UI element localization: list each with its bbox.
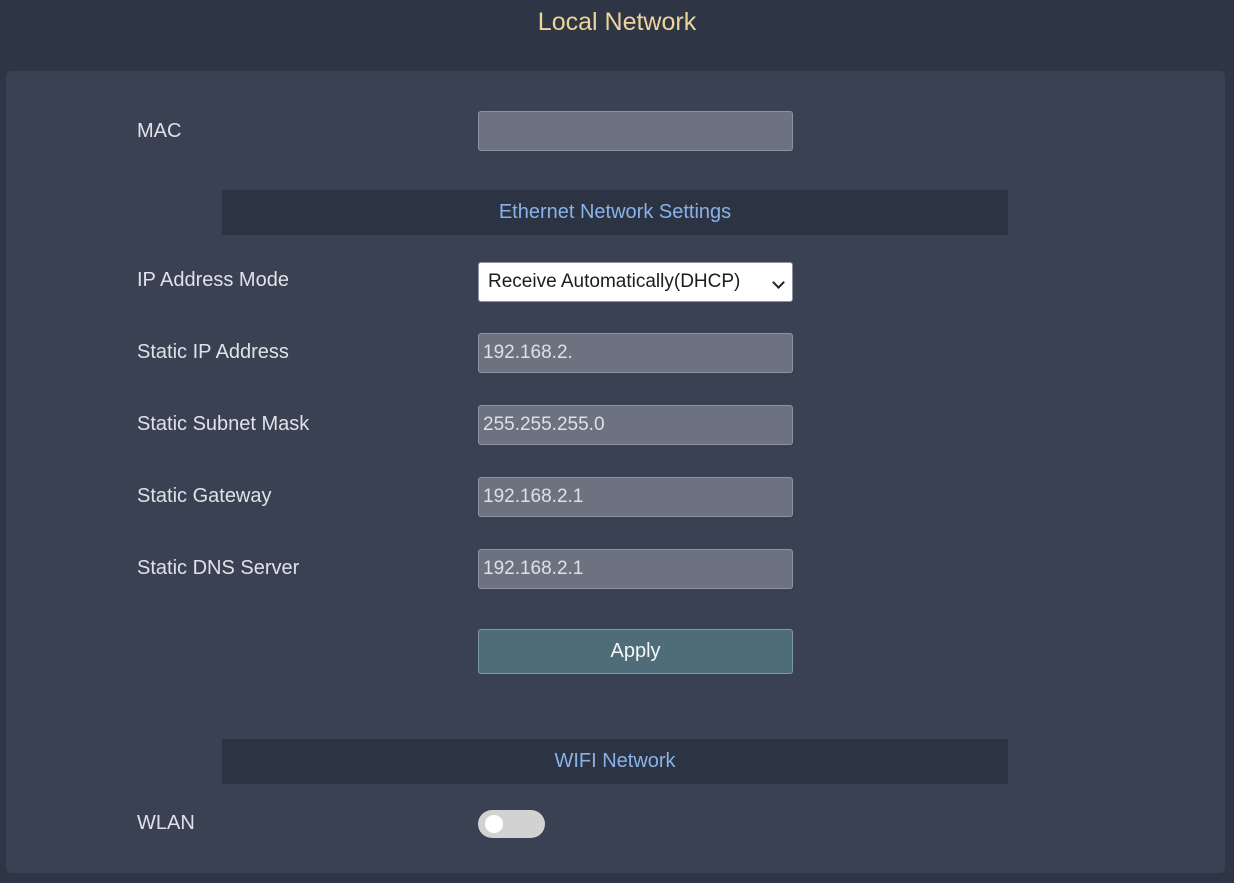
apply-button[interactable]: Apply bbox=[478, 629, 793, 674]
mac-field[interactable] bbox=[478, 111, 793, 151]
static-subnet-mask-label: Static Subnet Mask bbox=[137, 413, 310, 435]
static-dns-server-label: Static DNS Server bbox=[137, 557, 300, 579]
ip-address-mode-selected-value: Receive Automatically(DHCP) bbox=[488, 271, 741, 292]
chevron-down-icon bbox=[772, 276, 785, 289]
settings-panel: MAC Ethernet Network Settings IP Address… bbox=[6, 71, 1225, 873]
ethernet-section-header: Ethernet Network Settings bbox=[222, 190, 1008, 235]
static-ip-address-field[interactable] bbox=[478, 333, 793, 373]
wlan-toggle-knob bbox=[485, 815, 503, 833]
mac-label: MAC bbox=[137, 120, 182, 142]
ip-address-mode-label: IP Address Mode bbox=[137, 269, 289, 291]
wlan-label: WLAN bbox=[137, 812, 195, 834]
wlan-toggle[interactable] bbox=[478, 810, 545, 838]
page-title: Local Network bbox=[537, 8, 697, 36]
static-ip-address-label: Static IP Address bbox=[137, 341, 289, 363]
static-dns-server-field[interactable] bbox=[478, 549, 793, 589]
ip-address-mode-select[interactable]: Receive Automatically(DHCP) bbox=[478, 262, 793, 302]
wifi-section-header: WIFI Network bbox=[222, 739, 1008, 784]
static-gateway-label: Static Gateway bbox=[137, 485, 272, 507]
static-gateway-field[interactable] bbox=[478, 477, 793, 517]
static-subnet-mask-field[interactable] bbox=[478, 405, 793, 445]
